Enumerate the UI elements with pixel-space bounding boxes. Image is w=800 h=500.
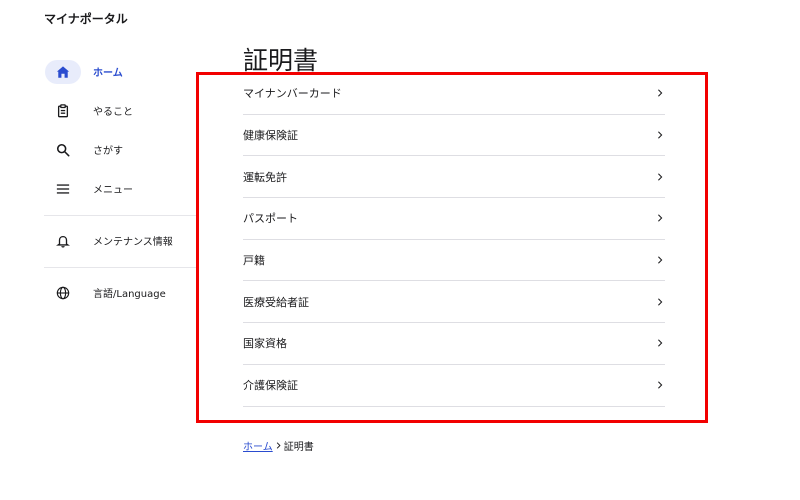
list-item[interactable]: 戸籍 [243,240,665,282]
list-item-label: 医療受給者証 [243,295,309,309]
breadcrumb-current: 証明書 [283,442,314,453]
chevron-right-icon [655,338,665,348]
list-item[interactable]: 国家資格 [243,323,665,365]
chevron-right-icon [655,297,665,307]
app-title[interactable]: マイナポータル [44,10,128,27]
breadcrumb: ホーム 証明書 [243,438,314,453]
chevron-right-icon [655,88,665,98]
list-item[interactable]: 介護保険証 [243,365,665,407]
sidebar-item-menu[interactable]: メニュー [44,169,196,208]
list-item-label: マイナンバーカード [243,87,342,101]
search-icon [45,138,81,162]
list-item[interactable]: パスポート [243,198,665,240]
sidebar-item-label: さがす [93,146,123,157]
sidebar-item-label: 言語/Language [93,289,166,300]
list-item-label: 運転免許 [243,170,287,184]
chevron-right-icon [276,442,281,449]
sidebar-item-search[interactable]: さがす [44,130,196,169]
sidebar-item-label: やること [93,107,133,118]
sidebar-item-home[interactable]: ホーム [44,52,196,91]
list-item-label: パスポート [243,212,298,226]
chevron-right-icon [655,213,665,223]
chevron-right-icon [655,130,665,140]
chevron-right-icon [655,255,665,265]
sidebar: ホーム やること さがす メニュー メンテナンス情報 言語/Language [44,52,196,312]
list-item[interactable]: 医療受給者証 [243,281,665,324]
sidebar-item-language[interactable]: 言語/Language [44,273,196,312]
bell-icon [45,229,81,253]
sidebar-item-label: ホーム [93,68,123,79]
home-icon [45,59,81,84]
sidebar-item-maintenance[interactable]: メンテナンス情報 [44,221,196,260]
clipboard-icon [45,99,81,123]
sidebar-item-todo[interactable]: やること [44,91,196,130]
sidebar-item-label: メンテナンス情報 [93,237,173,248]
list-item[interactable]: 運転免許 [243,156,665,199]
certificate-list: マイナンバーカード 健康保険証 運転免許 パスポート 戸籍 医療受給者証 国家資… [243,73,665,407]
sidebar-item-label: メニュー [93,185,133,196]
chevron-right-icon [655,172,665,182]
menu-icon [45,177,81,201]
chevron-right-icon [655,380,665,390]
globe-icon [45,281,81,305]
list-item-label: 国家資格 [243,337,287,351]
list-item-label: 健康保険証 [243,129,298,143]
list-item[interactable]: マイナンバーカード [243,73,665,115]
list-item-label: 介護保険証 [243,379,298,393]
list-item-label: 戸籍 [243,254,265,268]
breadcrumb-home-link[interactable]: ホーム [243,438,273,453]
list-item[interactable]: 健康保険証 [243,115,665,157]
